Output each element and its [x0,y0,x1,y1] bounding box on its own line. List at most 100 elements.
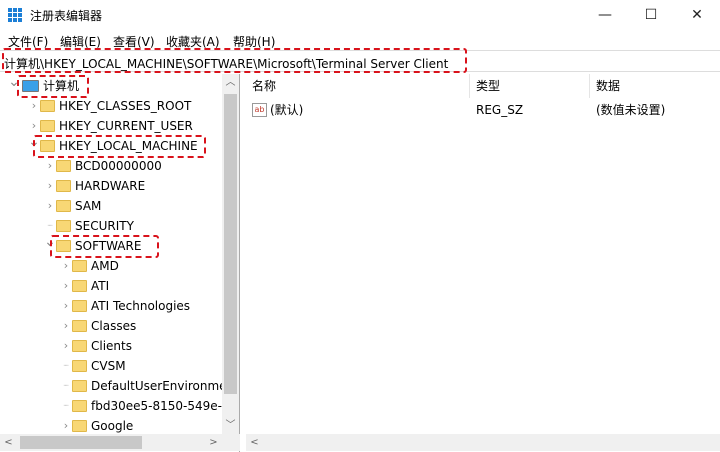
tree-item[interactable]: › ATI Technologies [0,296,222,316]
tree-item[interactable]: ⌄ 计算机 [0,74,222,96]
tree-item[interactable]: › BCD00000000 [0,156,222,176]
chevron-down-icon[interactable]: ⌄ [8,74,20,92]
menu-view[interactable]: 查看(V) [113,33,155,50]
value-name[interactable]: (默认) [270,100,303,120]
scroll-left-icon[interactable]: < [246,434,263,451]
tree-item-label: Clients [91,339,132,353]
tree-line-icon: ┈ [63,361,69,370]
chevron-right-icon[interactable]: › [28,96,40,116]
tree-item[interactable]: › Google [0,416,222,436]
tree-line-icon: ┈ [63,381,69,390]
tree-item[interactable]: › Clients [0,336,222,356]
folder-icon [56,180,71,192]
tree-item-label: HKEY_CURRENT_USER [59,119,193,133]
tree-item-label: HARDWARE [75,179,146,193]
tree-item-label: ATI Technologies [91,299,191,313]
minimize-button[interactable]: — [582,0,628,30]
tree-item[interactable]: ⌄ HKEY_LOCAL_MACHINE [0,134,222,156]
chevron-right-icon[interactable]: › [44,196,56,216]
scroll-right-icon[interactable]: > [205,434,222,451]
tree-item[interactable]: › SAM [0,196,222,216]
tree-item[interactable]: ┈ CVSM [0,356,222,376]
tree-item-label: fbd30ee5-8150-549e-9 [91,399,230,413]
value-type: REG_SZ [476,103,524,117]
scroll-thumb[interactable] [224,94,237,394]
tree-item-label: HKEY_LOCAL_MACHINE [59,139,198,153]
folder-icon [72,320,87,332]
chevron-right-icon[interactable]: › [44,176,56,196]
scroll-down-icon[interactable]: ﹀ [222,417,239,434]
window-title: 注册表编辑器 [30,9,103,23]
regedit-icon [8,8,22,22]
menu-favorites[interactable]: 收藏夹(A) [166,33,220,50]
tree-vertical-scrollbar[interactable]: ︿ ﹀ [222,74,239,434]
tree-item[interactable]: ┈ DefaultUserEnvironmer [0,376,232,396]
chevron-right-icon[interactable]: › [60,276,72,296]
address-bar[interactable]: 计算机\HKEY_LOCAL_MACHINE\SOFTWARE\Microsof… [0,50,720,72]
column-header-data[interactable]: 数据 [590,74,720,98]
folder-icon [40,120,55,132]
folder-icon [72,260,87,272]
menu-file[interactable]: 文件(F) [8,33,48,50]
address-path[interactable]: 计算机\HKEY_LOCAL_MACHINE\SOFTWARE\Microsof… [4,55,448,72]
scroll-left-icon[interactable]: < [0,434,17,451]
tree-horizontal-scrollbar[interactable]: < > [0,434,240,451]
tree-item[interactable]: › HKEY_CLASSES_ROOT [0,96,222,116]
maximize-button[interactable]: ☐ [628,0,674,30]
chevron-down-icon[interactable]: ⌄ [28,132,40,152]
folder-icon [72,300,87,312]
folder-icon [56,200,71,212]
tree-item-label: SOFTWARE [75,239,142,253]
chevron-right-icon[interactable]: › [60,296,72,316]
values-pane: 名称 类型 数据 ab (默认) REG_SZ (数值未设置) [246,74,720,452]
string-value-icon: ab [252,103,267,117]
registry-tree: ⌄ 计算机 › HKEY_CLASSES_ROOT › HKEY_CURRENT_USER… [0,74,240,452]
tree-item[interactable]: ┈ SECURITY [0,216,222,236]
tree-item-label: Classes [91,319,137,333]
tree-item[interactable]: ⌄ SOFTWARE [0,234,222,256]
column-header-name[interactable]: 名称 [246,74,470,98]
tree-item[interactable]: › HARDWARE [0,176,222,196]
tree-item-label: Google [91,419,134,433]
chevron-down-icon[interactable]: ⌄ [44,232,56,252]
tree-item-label: HKEY_CLASSES_ROOT [59,99,192,113]
tree-item-label: ATI [91,279,110,293]
tree-item-label: BCD00000000 [75,159,162,173]
value-data: (数值未设置) [596,103,666,117]
scroll-thumb[interactable] [20,436,142,449]
tree-item[interactable]: › ATI [0,276,222,296]
folder-icon [56,240,71,252]
values-horizontal-scrollbar[interactable]: < [246,434,720,451]
folder-icon [72,340,87,352]
tree-item-label: DefaultUserEnvironmer [91,379,232,393]
folder-icon [72,400,87,412]
tree-item[interactable]: › AMD [0,256,222,276]
close-button[interactable]: ✕ [674,0,720,30]
folder-icon [72,420,87,432]
folder-icon [72,380,87,392]
tree-line-icon: ┈ [63,401,69,410]
chevron-right-icon[interactable]: › [60,416,72,436]
folder-icon [40,100,55,112]
scroll-up-icon[interactable]: ︿ [222,74,239,91]
computer-icon [22,80,39,92]
tree-item[interactable]: ┈ fbd30ee5-8150-549e-9 [0,396,230,416]
folder-icon [72,280,87,292]
folder-icon [72,360,87,372]
chevron-right-icon[interactable]: › [60,316,72,336]
title-bar: 注册表编辑器 — ☐ ✕ [0,0,720,30]
menu-bar: 文件(F) 编辑(E) 查看(V) 收藏夹(A) 帮助(H) [0,30,720,50]
folder-icon [40,140,55,152]
menu-edit[interactable]: 编辑(E) [60,33,101,50]
chevron-right-icon[interactable]: › [44,156,56,176]
column-header-type[interactable]: 类型 [470,74,590,98]
menu-help[interactable]: 帮助(H) [233,33,275,50]
tree-item-label: 计算机 [43,79,80,93]
chevron-right-icon[interactable]: › [60,256,72,276]
chevron-right-icon[interactable]: › [60,336,72,356]
tree-item-label: SECURITY [75,219,134,233]
tree-item-label: CVSM [91,359,126,373]
tree-item-label: SAM [75,199,102,213]
tree-item[interactable]: › Classes [0,316,222,336]
folder-icon [56,220,71,232]
